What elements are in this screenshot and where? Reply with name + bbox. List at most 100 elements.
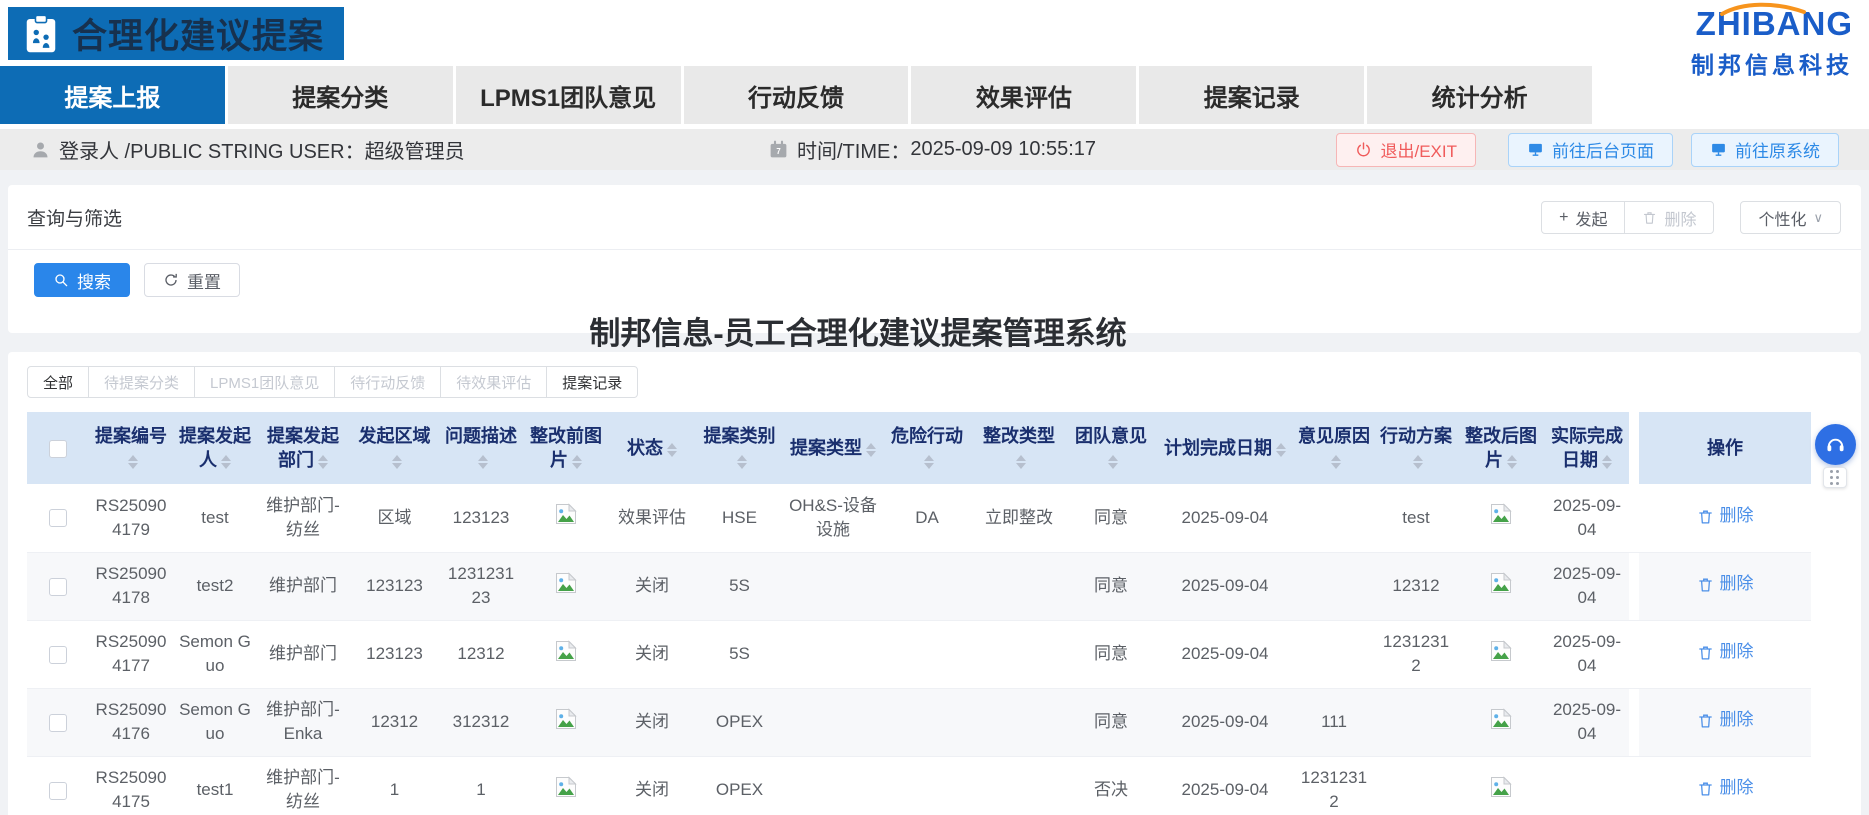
image-placeholder-icon[interactable] (1489, 639, 1513, 663)
sort-carets-icon[interactable] (221, 455, 231, 469)
delete-button[interactable]: 删除 (1624, 201, 1714, 234)
drag-dots-icon[interactable] (1823, 467, 1847, 488)
table-row: RS250904178 test2 维护部门 123123 123123123 … (27, 552, 1811, 620)
cell-opinion-reason (1293, 620, 1375, 688)
sort-carets-icon[interactable] (128, 455, 138, 469)
row-checkbox[interactable] (49, 714, 67, 732)
row-checkbox[interactable] (49, 782, 67, 800)
delete-row-button[interactable]: 删除 (1697, 640, 1754, 664)
filter-proposal-record[interactable]: 提案记录 (546, 366, 638, 398)
filter-pending-classify[interactable]: 待提案分类 (88, 366, 195, 398)
tab-effect-evaluation[interactable]: 效果评估 (911, 66, 1136, 124)
image-placeholder-icon[interactable] (554, 639, 578, 663)
tab-action-feedback[interactable]: 行动反馈 (684, 66, 909, 124)
brand-logo: ZHIBANG 制邦信息科技 (1691, 5, 1853, 80)
column-header[interactable]: 提案编号 (89, 412, 173, 484)
sort-carets-icon[interactable] (866, 443, 876, 457)
filter-all[interactable]: 全部 (27, 366, 89, 398)
sort-carets-icon[interactable] (1331, 455, 1341, 469)
cell-status: 关闭 (610, 552, 694, 620)
sort-carets-icon[interactable] (1507, 455, 1517, 469)
filter-lpms1-team-opinion[interactable]: LPMS1团队意见 (194, 366, 335, 398)
reset-button[interactable]: 重置 (144, 263, 240, 297)
column-header[interactable]: 整改前图片 (522, 412, 610, 484)
column-header[interactable]: 危险行动 (881, 412, 973, 484)
column-header[interactable]: 整改后图片 (1457, 412, 1545, 484)
delete-row-button[interactable]: 删除 (1697, 776, 1754, 800)
column-header[interactable]: 行动方案 (1375, 412, 1457, 484)
cell-dept: 维护部门 (257, 552, 349, 620)
column-header[interactable]: 提案类别 (694, 412, 785, 484)
cell-img-after (1457, 552, 1545, 620)
sort-carets-icon[interactable] (572, 455, 582, 469)
cell-dept: 维护部门-Enka (257, 688, 349, 756)
column-header[interactable]: 提案发起部门 (257, 412, 349, 484)
tab-proposal-report[interactable]: 提案上报 (0, 66, 225, 124)
sort-carets-icon[interactable] (737, 455, 747, 469)
image-placeholder-icon[interactable] (554, 775, 578, 799)
column-header[interactable]: 问题描述 (440, 412, 522, 484)
tab-lpms1-team-opinion[interactable]: LPMS1团队意见 (456, 66, 681, 124)
filter-pending-effect-eval[interactable]: 待效果评估 (440, 366, 547, 398)
filter-pending-action-feedback[interactable]: 待行动反馈 (334, 366, 441, 398)
row-checkbox[interactable] (49, 646, 67, 664)
tab-proposal-classify[interactable]: 提案分类 (228, 66, 453, 124)
cell-proposer: test (173, 484, 257, 552)
image-placeholder-icon[interactable] (1489, 571, 1513, 595)
delete-row-button[interactable]: 删除 (1697, 708, 1754, 732)
trash-icon (1642, 210, 1657, 225)
column-header[interactable]: 实际完成日期 (1545, 412, 1629, 484)
personalize-dropdown[interactable]: 个性化 ∨ (1740, 201, 1841, 234)
cell-img-after (1457, 756, 1545, 815)
row-checkbox[interactable] (49, 509, 67, 527)
image-placeholder-icon[interactable] (554, 571, 578, 595)
launch-proposal-button[interactable]: + 发起 (1541, 201, 1625, 234)
header-checkbox-cell (27, 412, 89, 484)
sort-carets-icon[interactable] (924, 455, 934, 469)
cell-team-opinion: 同意 (1065, 620, 1157, 688)
column-header[interactable]: 意见原因 (1293, 412, 1375, 484)
monitor-icon (1527, 141, 1544, 158)
fixed-column-gap (1629, 620, 1639, 688)
image-placeholder-icon[interactable] (1489, 707, 1513, 731)
delete-row-button[interactable]: 删除 (1697, 572, 1754, 596)
tab-proposal-record[interactable]: 提案记录 (1139, 66, 1364, 124)
column-header[interactable]: 提案类型 (785, 412, 881, 484)
sort-carets-icon[interactable] (1276, 443, 1286, 457)
column-header[interactable]: 整改类型 (973, 412, 1065, 484)
column-header[interactable]: 状态 (610, 412, 694, 484)
sort-carets-icon[interactable] (1016, 455, 1026, 469)
column-header[interactable]: 计划完成日期 (1157, 412, 1293, 484)
brand-subtitle: 制邦信息科技 (1691, 46, 1853, 80)
sort-carets-icon[interactable] (667, 443, 677, 457)
sort-carets-icon[interactable] (1602, 455, 1612, 469)
cell-area: 区域 (349, 484, 440, 552)
cell-dept: 维护部门 (257, 620, 349, 688)
search-button[interactable]: 搜索 (34, 263, 130, 297)
exit-button[interactable]: 退出/EXIT (1336, 133, 1476, 167)
cell-type (785, 620, 881, 688)
image-placeholder-icon[interactable] (1489, 775, 1513, 799)
select-all-checkbox[interactable] (49, 440, 67, 458)
image-placeholder-icon[interactable] (554, 707, 578, 731)
sort-carets-icon[interactable] (392, 455, 402, 469)
cell-desc: 123123 (440, 484, 522, 552)
sort-carets-icon[interactable] (1108, 455, 1118, 469)
sort-carets-icon[interactable] (478, 455, 488, 469)
sort-carets-icon[interactable] (318, 455, 328, 469)
image-placeholder-icon[interactable] (1489, 502, 1513, 526)
image-placeholder-icon[interactable] (554, 502, 578, 526)
column-header[interactable]: 提案发起人 (173, 412, 257, 484)
tab-statistics[interactable]: 统计分析 (1367, 66, 1592, 124)
cell-danger: DA (881, 484, 973, 552)
assistant-float-button[interactable] (1815, 424, 1856, 465)
column-header[interactable]: 发起区域 (349, 412, 440, 484)
fixed-column-gap (1629, 552, 1639, 620)
sort-carets-icon[interactable] (1413, 455, 1423, 469)
cell-rectify-type: 立即整改 (973, 484, 1065, 552)
goto-backend-button[interactable]: 前往后台页面 (1508, 133, 1673, 167)
row-checkbox[interactable] (49, 578, 67, 596)
goto-origin-system-button[interactable]: 前往原系统 (1691, 133, 1839, 167)
delete-row-button[interactable]: 删除 (1697, 504, 1754, 528)
column-header[interactable]: 团队意见 (1065, 412, 1157, 484)
